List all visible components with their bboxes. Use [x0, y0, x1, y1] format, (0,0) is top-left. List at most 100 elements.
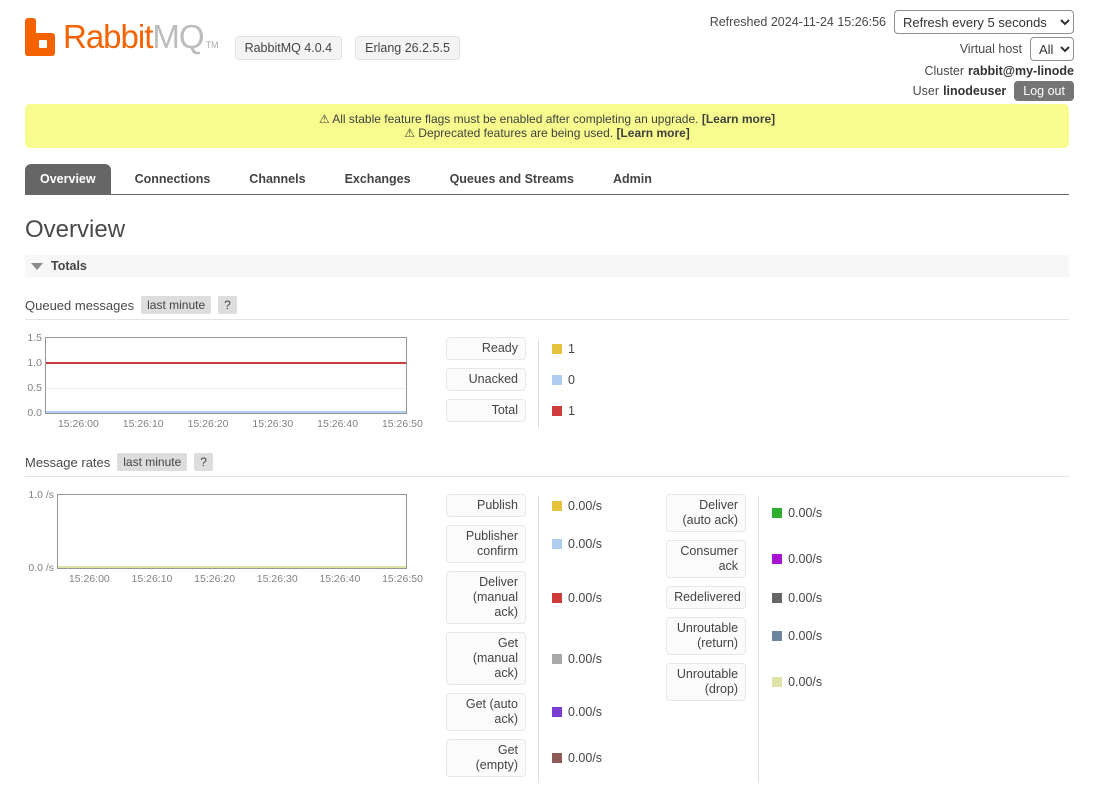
deliver-manual-ack-color-swatch [552, 593, 562, 603]
unroutable-return-color-swatch [772, 631, 782, 641]
cluster-name: rabbit@my-linode [968, 64, 1074, 78]
banner-line-feature-flags: ⚠ All stable feature flags must be enabl… [35, 112, 1059, 126]
legend-row-consumer-ack: Consumer ack 0.00/s [666, 540, 822, 578]
publisher-confirm-rate-value: 0.00/s [568, 537, 602, 551]
get-manual-ack-toggle-button[interactable]: Get (manual ack) [446, 632, 526, 685]
totals-section-toggle[interactable]: Totals [25, 255, 1069, 277]
get-manual-ack-rate-value: 0.00/s [568, 652, 602, 666]
rates-flat-series-line [58, 566, 406, 568]
message-rates-legend-col1: Publish 0.00/s Publisher confirm 0.00/s … [446, 494, 602, 785]
virtual-host-label: Virtual host [960, 42, 1022, 56]
queued-messages-help-icon[interactable]: ? [218, 296, 237, 314]
queued-messages-period-badge[interactable]: last minute [141, 296, 211, 314]
legend-row-redelivered: Redelivered 0.00/s [666, 586, 822, 609]
get-empty-rate-value: 0.00/s [568, 751, 602, 765]
legend-row-get-auto-ack: Get (auto ack) 0.00/s [446, 693, 602, 731]
deliver-auto-ack-rate-value: 0.00/s [788, 506, 822, 520]
message-rates-header: Message rates last minute ? [25, 453, 1069, 477]
tab-overview[interactable]: Overview [25, 164, 111, 194]
banner-line-deprecated: ⚠ Deprecated features are being used. [L… [35, 126, 1059, 140]
feature-flags-learn-more-link[interactable]: [Learn more] [702, 112, 775, 126]
message-rates-help-icon[interactable]: ? [194, 453, 213, 471]
deliver-auto-ack-color-swatch [772, 508, 782, 518]
get-auto-ack-toggle-button[interactable]: Get (auto ack) [446, 693, 526, 731]
legend-row-unacked: Unacked 0 [446, 368, 575, 391]
logo-text-mq: MQ [152, 18, 203, 56]
ready-value: 1 [568, 342, 575, 356]
logo-group: RabbitMQ TM RabbitMQ 4.0.4 Erlang 26.2.5… [25, 10, 460, 100]
tab-queues-and-streams[interactable]: Queues and Streams [435, 164, 589, 194]
unroutable-drop-color-swatch [772, 677, 782, 687]
redelivered-rate-value: 0.00/s [788, 591, 822, 605]
unroutable-return-toggle-button[interactable]: Unroutable (return) [666, 617, 746, 655]
consumer-ack-color-swatch [772, 554, 782, 564]
totals-label: Totals [51, 259, 87, 273]
legend-row-publisher-confirm: Publisher confirm 0.00/s [446, 525, 602, 563]
publish-toggle-button[interactable]: Publish [446, 494, 526, 517]
message-rates-legend-col2: Deliver (auto ack) 0.00/s Consumer ack 0… [666, 494, 822, 785]
total-series-line [46, 362, 406, 364]
queued-messages-chart: 1.5 1.0 0.5 0.0 15:26:00 15:26:10 15:26:… [25, 337, 409, 430]
get-empty-color-swatch [552, 753, 562, 763]
rabbitmq-logo-icon [25, 18, 58, 56]
message-rates-title: Message rates [25, 455, 110, 470]
get-auto-ack-rate-value: 0.00/s [568, 705, 602, 719]
legend-row-ready: Ready 1 [446, 337, 575, 360]
consumer-ack-toggle-button[interactable]: Consumer ack [666, 540, 746, 578]
legend-row-get-manual-ack: Get (manual ack) 0.00/s [446, 632, 602, 685]
unacked-series-line [46, 411, 406, 413]
deprecated-learn-more-link[interactable]: [Learn more] [616, 126, 689, 140]
main-content: Overview Totals Queued messages last min… [0, 216, 1094, 794]
erlang-version-badge: Erlang 26.2.5.5 [355, 36, 460, 60]
tab-exchanges[interactable]: Exchanges [330, 164, 426, 194]
ready-color-swatch [552, 344, 562, 354]
rabbitmq-logo[interactable]: RabbitMQ TM [25, 18, 219, 56]
unroutable-drop-rate-value: 0.00/s [788, 675, 822, 689]
legend-divider [538, 496, 539, 783]
rabbitmq-version-badge: RabbitMQ 4.0.4 [235, 36, 343, 60]
queued-messages-title: Queued messages [25, 298, 134, 313]
tab-admin[interactable]: Admin [598, 164, 667, 194]
logout-button[interactable]: Log out [1014, 81, 1074, 101]
legend-row-total: Total 1 [446, 399, 575, 422]
unroutable-drop-toggle-button[interactable]: Unroutable (drop) [666, 663, 746, 701]
page-title: Overview [25, 216, 1069, 244]
unroutable-return-rate-value: 0.00/s [788, 629, 822, 643]
version-badges: RabbitMQ 4.0.4 Erlang 26.2.5.5 [235, 36, 460, 60]
legend-row-deliver-manual-ack: Deliver (manual ack) 0.00/s [446, 571, 602, 624]
legend-row-unroutable-return: Unroutable (return) 0.00/s [666, 617, 822, 655]
deprecated-warning-text: ⚠ Deprecated features are being used. [404, 126, 613, 140]
publish-rate-value: 0.00/s [568, 499, 602, 513]
message-rates-period-badge[interactable]: last minute [117, 453, 187, 471]
user-name: linodeuser [943, 84, 1006, 98]
redelivered-toggle-button[interactable]: Redelivered [666, 586, 746, 609]
message-rates-chart: 1.0 /s 0.0 /s 15:26:00 15:26:10 15:26:20… [25, 494, 409, 785]
tab-connections[interactable]: Connections [120, 164, 226, 194]
legend-row-get-empty: Get (empty) 0.00/s [446, 739, 602, 777]
get-auto-ack-color-swatch [552, 707, 562, 717]
legend-row-deliver-auto-ack: Deliver (auto ack) 0.00/s [666, 494, 822, 532]
deliver-auto-ack-toggle-button[interactable]: Deliver (auto ack) [666, 494, 746, 532]
consumer-ack-rate-value: 0.00/s [788, 552, 822, 566]
total-toggle-button[interactable]: Total [446, 399, 526, 422]
publish-color-swatch [552, 501, 562, 511]
publisher-confirm-toggle-button[interactable]: Publisher confirm [446, 525, 526, 563]
virtual-host-select[interactable]: All [1030, 37, 1074, 61]
message-rates-block: 1.0 /s 0.0 /s 15:26:00 15:26:10 15:26:20… [25, 494, 1069, 785]
total-value: 1 [568, 404, 575, 418]
ready-toggle-button[interactable]: Ready [446, 337, 526, 360]
legend-divider [538, 339, 539, 428]
tab-channels[interactable]: Channels [234, 164, 320, 194]
refresh-interval-select[interactable]: Refresh every 5 seconds [894, 10, 1074, 34]
cluster-label: Cluster [924, 64, 964, 78]
unacked-toggle-button[interactable]: Unacked [446, 368, 526, 391]
publisher-confirm-color-swatch [552, 539, 562, 549]
collapse-triangle-icon [31, 263, 43, 270]
queued-messages-header: Queued messages last minute ? [25, 296, 1069, 320]
deliver-manual-ack-toggle-button[interactable]: Deliver (manual ack) [446, 571, 526, 624]
deliver-manual-ack-rate-value: 0.00/s [568, 591, 602, 605]
get-empty-toggle-button[interactable]: Get (empty) [446, 739, 526, 777]
unacked-value: 0 [568, 373, 575, 387]
redelivered-color-swatch [772, 593, 782, 603]
logo-text-rabbit: Rabbit [63, 18, 152, 56]
